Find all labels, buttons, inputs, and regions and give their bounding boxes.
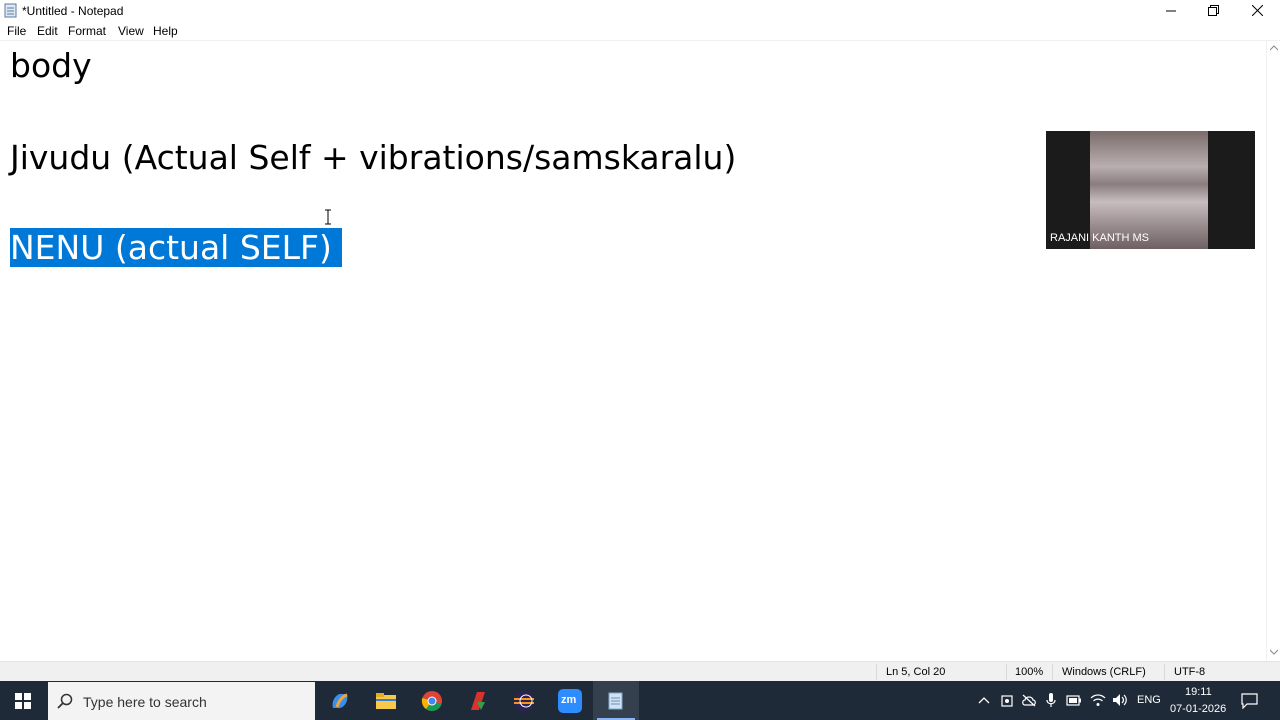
title-bar[interactable]: *Untitled - Notepad xyxy=(0,0,1280,21)
meet-now-icon[interactable] xyxy=(1001,694,1013,707)
file-explorer-button[interactable] xyxy=(363,681,409,720)
menu-file[interactable]: File xyxy=(7,24,26,38)
eclipse-icon xyxy=(514,690,534,711)
battery-icon[interactable] xyxy=(1066,695,1082,706)
chevron-up-icon[interactable] xyxy=(978,696,990,704)
status-divider xyxy=(1052,664,1053,680)
status-bar: Ln 5, Col 20 100% Windows (CRLF) UTF-8 xyxy=(0,661,1280,681)
scroll-down-icon[interactable] xyxy=(1270,649,1278,655)
cloud-off-icon[interactable] xyxy=(1022,694,1036,707)
encoding: UTF-8 xyxy=(1174,666,1206,678)
app-button[interactable] xyxy=(455,681,501,720)
notifications-icon[interactable] xyxy=(1241,693,1258,709)
zoom-button[interactable]: zm xyxy=(547,681,593,720)
menu-view[interactable]: View xyxy=(118,24,144,38)
participant-name: RAJANI KANTH MS xyxy=(1050,232,1150,244)
close-button[interactable] xyxy=(1236,0,1278,21)
chrome-button[interactable] xyxy=(409,681,455,720)
zoom-level: 100% xyxy=(1015,666,1044,678)
menu-format[interactable]: Format xyxy=(68,24,106,38)
selected-text[interactable]: NENU (actual SELF) xyxy=(10,228,342,267)
clock-date[interactable]: 07-01-2026 xyxy=(1170,703,1226,715)
menu-help[interactable]: Help xyxy=(153,24,178,38)
search-icon xyxy=(57,693,73,709)
start-button[interactable] xyxy=(0,681,46,720)
notepad-window: *Untitled - Notepad File Edit Format Vie… xyxy=(0,0,1280,681)
notepad-icon xyxy=(4,3,17,18)
status-divider xyxy=(1164,664,1165,680)
windows-icon xyxy=(15,692,31,709)
video-tile[interactable]: RAJANI KANTH MS xyxy=(1046,131,1255,249)
notepad-icon xyxy=(608,692,623,709)
editor-line-selected[interactable]: NENU (actual SELF) xyxy=(10,225,342,271)
taskbar: Type here to search zm ENG 19:11 07-01-2… xyxy=(0,681,1280,720)
file-explorer-icon xyxy=(376,692,396,709)
chrome-icon xyxy=(421,690,442,711)
editor-line[interactable]: body xyxy=(10,43,92,89)
app-icon xyxy=(471,691,485,710)
copilot-button[interactable] xyxy=(317,681,363,720)
search-placeholder: Type here to search xyxy=(83,694,207,710)
notepad-taskbar-button[interactable] xyxy=(593,681,639,720)
volume-icon[interactable] xyxy=(1112,693,1127,707)
window-title: *Untitled - Notepad xyxy=(22,4,124,18)
restore-icon xyxy=(1207,5,1219,16)
minimize-icon xyxy=(1166,10,1176,11)
status-divider xyxy=(1006,664,1007,680)
language-indicator[interactable]: ENG xyxy=(1137,694,1161,706)
vertical-scrollbar[interactable] xyxy=(1266,41,1280,661)
close-icon xyxy=(1251,5,1263,16)
menu-bar: File Edit Format View Help xyxy=(0,21,1280,41)
zoom-label: zm xyxy=(561,694,577,706)
microphone-icon[interactable] xyxy=(1046,693,1056,708)
restore-button[interactable] xyxy=(1192,0,1234,21)
copilot-icon xyxy=(332,693,348,708)
taskbar-search[interactable]: Type here to search xyxy=(48,682,315,720)
wifi-icon[interactable] xyxy=(1090,693,1106,707)
line-ending: Windows (CRLF) xyxy=(1062,666,1146,678)
menu-edit[interactable]: Edit xyxy=(37,24,58,38)
eclipse-button[interactable] xyxy=(501,681,547,720)
text-cursor-icon xyxy=(325,209,331,225)
editor-line[interactable]: Jivudu (Actual Self + vibrations/samskar… xyxy=(10,135,736,181)
minimize-button[interactable] xyxy=(1150,0,1192,21)
status-divider xyxy=(876,664,877,680)
scroll-up-icon[interactable] xyxy=(1270,45,1278,51)
clock-time[interactable]: 19:11 xyxy=(1185,686,1212,698)
cursor-position: Ln 5, Col 20 xyxy=(886,666,946,678)
